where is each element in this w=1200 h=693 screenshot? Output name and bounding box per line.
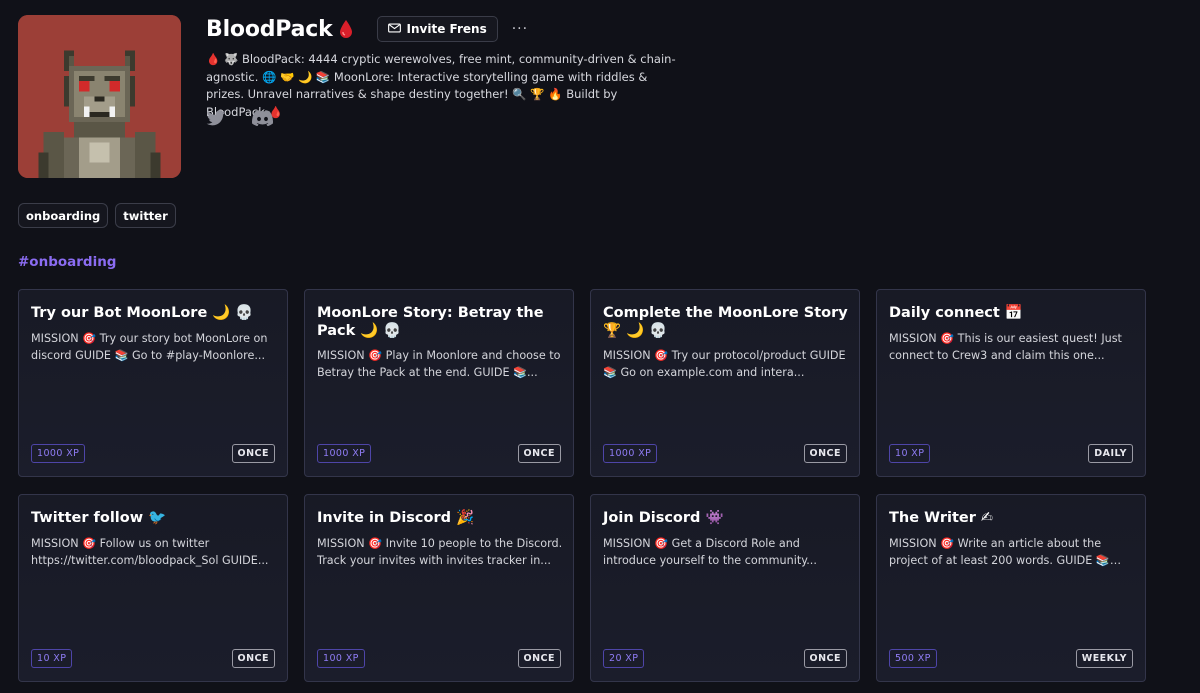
xp-badge: 20 XP [603,649,645,668]
social-links [206,110,274,128]
xp-badge: 500 XP [889,649,937,668]
mail-icon [387,22,401,36]
twitter-icon[interactable] [206,110,226,128]
xp-badge: 100 XP [317,649,365,668]
quest-description: MISSION 🎯 Play in Moonlore and choose to… [317,349,561,379]
quest-card[interactable]: MoonLore Story: Betray the Pack 🌙 💀 MISS… [304,289,574,477]
quest-title: The Writer ✍ [889,510,994,526]
frequency-badge: DAILY [1088,444,1133,463]
discord-icon[interactable] [252,110,274,128]
community-name: BloodPack [206,16,333,42]
quest-card[interactable]: Complete the MoonLore Story 🏆 🌙 💀 MISSIO… [590,289,860,477]
quest-description: MISSION 🎯 Write an article about the pro… [889,537,1110,567]
invite-frens-label: Invite Frens [406,22,487,36]
werewolf-pixel-art [18,15,181,178]
profile-header: BloodPack Invite Frens ··· [206,15,528,43]
community-description: 🩸 🐺 BloodPack: 4444 cryptic werewolves, … [206,52,676,119]
community-avatar [18,15,181,178]
quest-card[interactable]: Join Discord 👾 MISSION 🎯 Get a Discord R… [590,494,860,682]
quest-description: MISSION 🎯 This is our easiest quest! Jus… [889,332,1122,362]
xp-badge: 1000 XP [603,444,658,463]
frequency-badge: ONCE [517,649,561,668]
quest-card[interactable]: Daily connect 📅 MISSION 🎯 This is our ea… [876,289,1146,477]
blood-drop-icon [339,19,353,39]
frequency-badge: WEEKLY [1075,649,1133,668]
quest-description: MISSION 🎯 Try our story bot MoonLore on … [31,332,268,362]
quest-title: Complete the MoonLore Story 🏆 🌙 💀 [603,305,848,339]
quest-grid: Try our Bot MoonLore 🌙 💀 MISSION 🎯 Try o… [18,289,1146,682]
frequency-badge: ONCE [803,444,847,463]
frequency-badge: ONCE [231,649,275,668]
quest-title: Join Discord 👾 [603,510,724,526]
quest-card[interactable]: The Writer ✍ MISSION 🎯 Write an article … [876,494,1146,682]
tag-twitter[interactable]: twitter [115,203,176,228]
quest-title: MoonLore Story: Betray the Pack 🌙 💀 [317,305,544,339]
quest-description: MISSION 🎯 Follow us on twitter https://t… [31,537,269,567]
invite-frens-button[interactable]: Invite Frens [376,16,498,42]
xp-badge: 10 XP [31,649,73,668]
quest-description: MISSION 🎯 Invite 10 people to the Discor… [317,537,563,567]
frequency-badge: ONCE [517,444,561,463]
quest-card[interactable]: Twitter follow 🐦 MISSION 🎯 Follow us on … [18,494,288,682]
quest-description: MISSION 🎯 Get a Discord Role and introdu… [603,537,817,567]
tag-onboarding[interactable]: onboarding [18,203,109,228]
more-options-button[interactable]: ··· [512,21,528,37]
xp-badge: 1000 XP [317,444,372,463]
quest-title: Invite in Discord 🎉 [317,510,475,526]
xp-badge: 10 XP [889,444,931,463]
frequency-badge: ONCE [231,444,275,463]
section-title-onboarding: #onboarding [18,254,117,270]
quest-title: Try our Bot MoonLore 🌙 💀 [31,305,254,321]
quest-title: Daily connect 📅 [889,305,1023,321]
quest-card[interactable]: Try our Bot MoonLore 🌙 💀 MISSION 🎯 Try o… [18,289,288,477]
quest-title: Twitter follow 🐦 [31,510,167,526]
category-tags: onboarding twitter [18,203,176,228]
quest-description: MISSION 🎯 Try our protocol/product GUIDE… [603,349,846,379]
quest-card[interactable]: Invite in Discord 🎉 MISSION 🎯 Invite 10 … [304,494,574,682]
xp-badge: 1000 XP [31,444,86,463]
frequency-badge: ONCE [803,649,847,668]
